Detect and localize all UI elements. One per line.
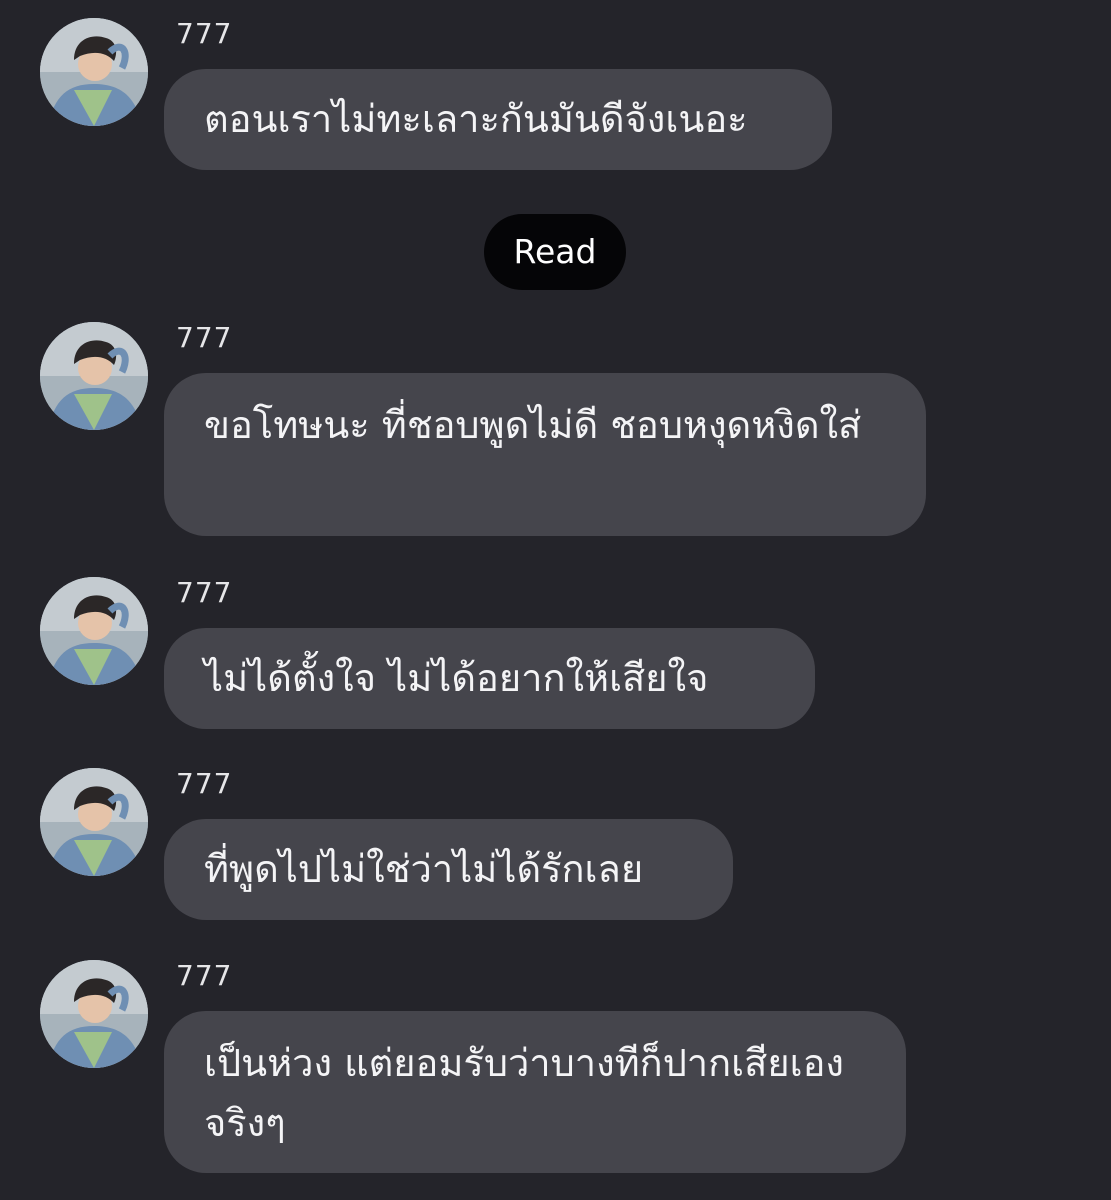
profile-photo-icon [40,960,148,1068]
chat-conversation: 777 ตอนเราไม่ทะเลาะกันมันดีจังเนอะ Read … [0,0,1111,1200]
message-bubble[interactable]: เป็นห่วง แต่ยอมรับว่าบางทีก็ปากเสียเองจร… [164,1011,906,1173]
profile-photo-icon [40,768,148,876]
avatar[interactable] [40,18,148,126]
profile-photo-icon [40,577,148,685]
sender-name: 777 [176,17,233,50]
avatar[interactable] [40,322,148,430]
profile-photo-icon [40,18,148,126]
avatar[interactable] [40,768,148,876]
profile-photo-icon [40,322,148,430]
sender-name: 777 [176,767,233,800]
avatar[interactable] [40,577,148,685]
message-bubble[interactable]: ไม่ได้ตั้งใจ ไม่ได้อยากให้เสียใจ [164,628,815,729]
sender-name: 777 [176,959,233,992]
read-status-badge: Read [484,214,626,290]
message-bubble[interactable]: ที่พูดไปไม่ใช่ว่าไม่ได้รักเลย [164,819,733,920]
sender-name: 777 [176,576,233,609]
message-bubble[interactable]: ขอโทษนะ ที่ชอบพูดไม่ดี ชอบหงุดหงิดใส่ [164,373,926,536]
avatar[interactable] [40,960,148,1068]
sender-name: 777 [176,321,233,354]
message-bubble[interactable]: ตอนเราไม่ทะเลาะกันมันดีจังเนอะ [164,69,832,170]
